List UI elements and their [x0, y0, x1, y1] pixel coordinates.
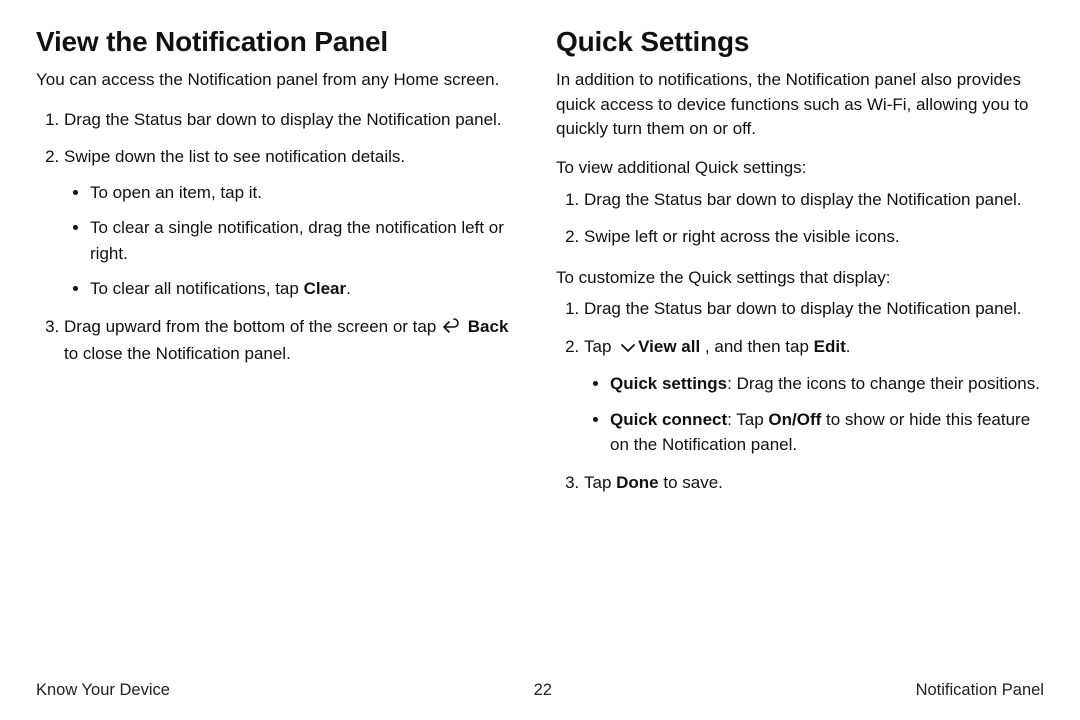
quick-connect-label: Quick connect	[610, 410, 727, 429]
left-column: View the Notification Panel You can acce…	[36, 26, 524, 677]
cust-step-1: Drag the Status bar down to display the …	[584, 296, 1044, 322]
step-2-text: Swipe down the list to see notification …	[64, 147, 405, 166]
view-step-2: Swipe left or right across the visible i…	[584, 224, 1044, 250]
heading-view-notification-panel: View the Notification Panel	[36, 26, 524, 58]
customize-intro: To customize the Quick settings that dis…	[556, 266, 1044, 291]
cust-step-3-post: to save.	[659, 473, 723, 492]
view-steps: Drag the Status bar down to display the …	[556, 187, 1044, 250]
bullet-clear-all-post: .	[346, 279, 351, 298]
step-3-post: to close the Notification panel.	[64, 344, 291, 363]
columns: View the Notification Panel You can acce…	[36, 26, 1044, 677]
step-3-pre: Drag upward from the bottom of the scree…	[64, 317, 441, 336]
edit-label: Edit	[814, 337, 846, 356]
cust-step-3-pre: Tap	[584, 473, 616, 492]
intro-right: In addition to notifications, the Notifi…	[556, 68, 1044, 142]
footer-page-number: 22	[534, 681, 552, 700]
bullet-open-item: To open an item, tap it.	[90, 180, 524, 206]
quick-settings-rest: : Drag the icons to change their positio…	[727, 374, 1040, 393]
right-column: Quick Settings In addition to notificati…	[556, 26, 1044, 677]
page-footer: Know Your Device 22 Notification Panel	[36, 677, 1044, 700]
cust-step-2-post: .	[846, 337, 851, 356]
bullet-clear-all-pre: To clear all notifications, tap	[90, 279, 304, 298]
cust-bullets: Quick settings: Drag the icons to change…	[584, 371, 1044, 458]
view-all-label: View all	[638, 337, 700, 356]
manual-page: View the Notification Panel You can acce…	[0, 0, 1080, 720]
view-additional-intro: To view additional Quick settings:	[556, 156, 1044, 181]
chevron-down-icon	[620, 336, 636, 362]
intro-left: You can access the Notification panel fr…	[36, 68, 524, 93]
cust-step-2-pre: Tap	[584, 337, 616, 356]
customize-steps: Drag the Status bar down to display the …	[556, 296, 1044, 495]
footer-left: Know Your Device	[36, 681, 170, 700]
footer-right: Notification Panel	[916, 681, 1044, 700]
cust-bullet-quick-settings: Quick settings: Drag the icons to change…	[610, 371, 1044, 397]
step-1: Drag the Status bar down to display the …	[64, 107, 524, 133]
step-2: Swipe down the list to see notification …	[64, 144, 524, 302]
cust-step-3: Tap Done to save.	[584, 470, 1044, 496]
cust-bullet-quick-connect: Quick connect: Tap On/Off to show or hid…	[610, 407, 1044, 458]
cust-step-2: Tap View all , and then tap Edit. Quick …	[584, 334, 1044, 458]
cust-step-2-mid: , and then tap	[700, 337, 813, 356]
done-label: Done	[616, 473, 659, 492]
steps-left: Drag the Status bar down to display the …	[36, 107, 524, 367]
quick-connect-mid1: : Tap	[727, 410, 768, 429]
clear-label: Clear	[304, 279, 347, 298]
onoff-label: On/Off	[768, 410, 821, 429]
quick-settings-label: Quick settings	[610, 374, 727, 393]
view-step-1: Drag the Status bar down to display the …	[584, 187, 1044, 213]
bullet-clear-single: To clear a single notification, drag the…	[90, 215, 524, 266]
bullet-clear-all: To clear all notifications, tap Clear.	[90, 276, 524, 302]
back-label: Back	[468, 317, 509, 336]
step-3: Drag upward from the bottom of the scree…	[64, 314, 524, 367]
step-2-bullets: To open an item, tap it. To clear a sing…	[64, 180, 524, 302]
back-icon	[441, 316, 459, 342]
heading-quick-settings: Quick Settings	[556, 26, 1044, 58]
